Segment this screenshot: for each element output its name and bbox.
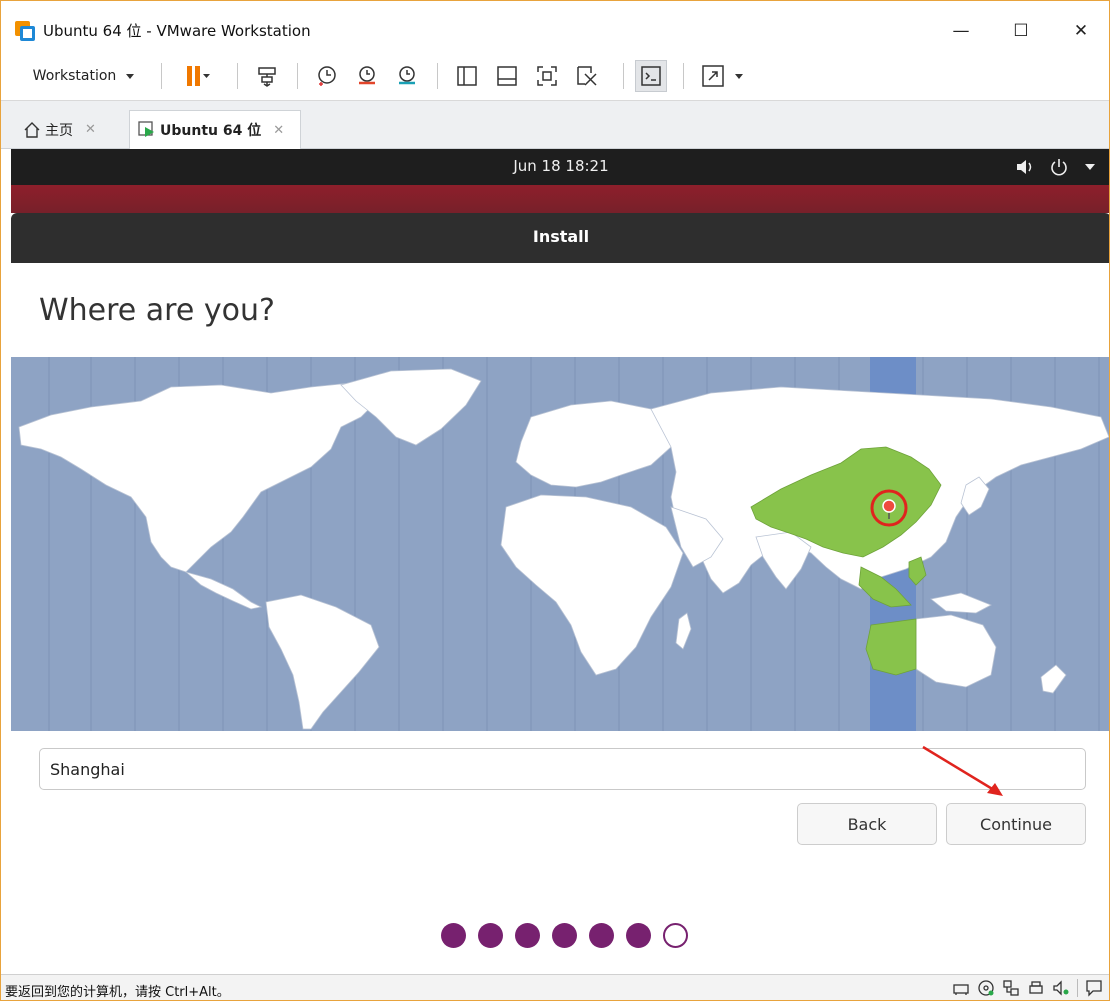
hard-disk-icon[interactable]: [952, 979, 970, 997]
sound-card-icon[interactable]: [1052, 979, 1070, 997]
maximize-button[interactable]: ☐: [1001, 15, 1041, 47]
system-menu[interactable]: [1015, 155, 1097, 179]
message-log-icon[interactable]: [1085, 979, 1103, 997]
unity-icon: [577, 66, 597, 86]
pause-button[interactable]: [171, 51, 221, 101]
tab-home[interactable]: 主页 ✕: [15, 110, 123, 149]
ubuntu-top-bar: Jun 18 18:21: [11, 149, 1109, 185]
send-ctrl-alt-del-button[interactable]: [247, 51, 287, 101]
location-pin-icon: [882, 499, 896, 513]
console-view-icon: [641, 66, 661, 86]
toolbar-divider: [437, 63, 438, 89]
show-library-button[interactable]: [447, 51, 487, 101]
installer-header: Install: [11, 213, 1109, 263]
home-icon: [24, 121, 40, 138]
console-view-button[interactable]: [633, 51, 669, 101]
window-title: Ubuntu 64 位 - VMware Workstation: [43, 22, 311, 40]
tab-home-close-icon[interactable]: ✕: [85, 122, 96, 137]
stretch-icon: [702, 65, 724, 87]
toolbar-divider: [297, 63, 298, 89]
progress-dot-pending: [663, 923, 688, 948]
toolbar: Workstation: [1, 51, 1109, 101]
thumbnail-bar-button[interactable]: [487, 51, 527, 101]
revert-snapshot-icon: [359, 66, 375, 85]
revert-snapshot-button[interactable]: [347, 51, 387, 101]
show-library-icon: [457, 66, 477, 86]
thumbnail-bar-icon: [497, 66, 517, 86]
workstation-menu-label: Workstation: [32, 68, 117, 84]
progress-dot-completed: [552, 923, 577, 948]
progress-dot-completed: [478, 923, 503, 948]
unity-button[interactable]: [567, 51, 607, 101]
vmware-app-icon: [15, 21, 35, 41]
volume-icon: [1017, 160, 1032, 174]
desktop-background-strip: [11, 185, 1109, 213]
toolbar-divider: [623, 63, 624, 89]
network-adapter-icon[interactable]: [1002, 979, 1020, 997]
install-progress-dots: [441, 923, 688, 948]
annotation-arrow-icon: [922, 745, 1003, 796]
chevron-down-icon: [1085, 164, 1095, 170]
tab-ubuntu-vm[interactable]: Ubuntu 64 位 ✕: [129, 110, 301, 149]
progress-dot-completed: [441, 923, 466, 948]
status-hint: 要返回到您的计算机，请按 Ctrl+Alt。: [5, 985, 230, 1000]
cd-dvd-icon[interactable]: [977, 979, 995, 997]
installer-title: Install: [532, 227, 590, 246]
tab-home-label: 主页: [45, 122, 73, 139]
vmware-window: Ubuntu 64 位 - VMware Workstation — ☐ ✕ W…: [0, 0, 1110, 1001]
snapshot-icon: [318, 66, 336, 86]
status-divider: [1077, 979, 1078, 997]
status-bar: 要返回到您的计算机，请按 Ctrl+Alt。: [1, 974, 1109, 1000]
clock[interactable]: Jun 18 18:21: [11, 157, 1109, 175]
toolbar-divider: [161, 63, 162, 89]
minimize-button[interactable]: —: [941, 15, 981, 47]
snapshot-manager-button[interactable]: [387, 51, 427, 101]
vm-running-icon: [138, 121, 154, 137]
pause-icon: [187, 66, 210, 86]
send-ctrl-alt-del-icon: [258, 67, 276, 87]
toolbar-divider: [237, 63, 238, 89]
back-button[interactable]: Back: [797, 803, 937, 845]
full-screen-icon: [537, 66, 557, 86]
installer-content: Where are you? Shanghai Back Continue: [11, 263, 1110, 973]
continue-button[interactable]: Continue: [946, 803, 1086, 845]
close-button[interactable]: ✕: [1061, 15, 1101, 47]
toolbar-divider: [683, 63, 684, 89]
progress-dot-completed: [589, 923, 614, 948]
timezone-map[interactable]: [11, 357, 1110, 731]
chevron-down-icon: [126, 74, 135, 79]
stretch-button[interactable]: [693, 51, 753, 101]
console-view-highlight: [635, 60, 667, 92]
tab-ubuntu-label: Ubuntu 64 位: [160, 123, 262, 139]
page-title: Where are you?: [39, 293, 275, 328]
progress-dot-completed: [626, 923, 651, 948]
full-screen-button[interactable]: [527, 51, 567, 101]
printer-icon[interactable]: [1027, 979, 1045, 997]
workstation-menu-button[interactable]: Workstation: [17, 51, 152, 101]
tab-ubuntu-close-icon[interactable]: ✕: [273, 123, 284, 138]
snapshot-manager-icon: [399, 66, 415, 85]
chevron-down-icon: [735, 74, 743, 79]
device-status-icons: [952, 979, 1103, 997]
tab-bar: 主页 ✕ Ubuntu 64 位 ✕: [1, 101, 1109, 149]
snapshot-button[interactable]: [307, 51, 347, 101]
power-icon: [1051, 159, 1067, 176]
progress-dot-completed: [515, 923, 540, 948]
western-australia-region: [865, 618, 917, 676]
